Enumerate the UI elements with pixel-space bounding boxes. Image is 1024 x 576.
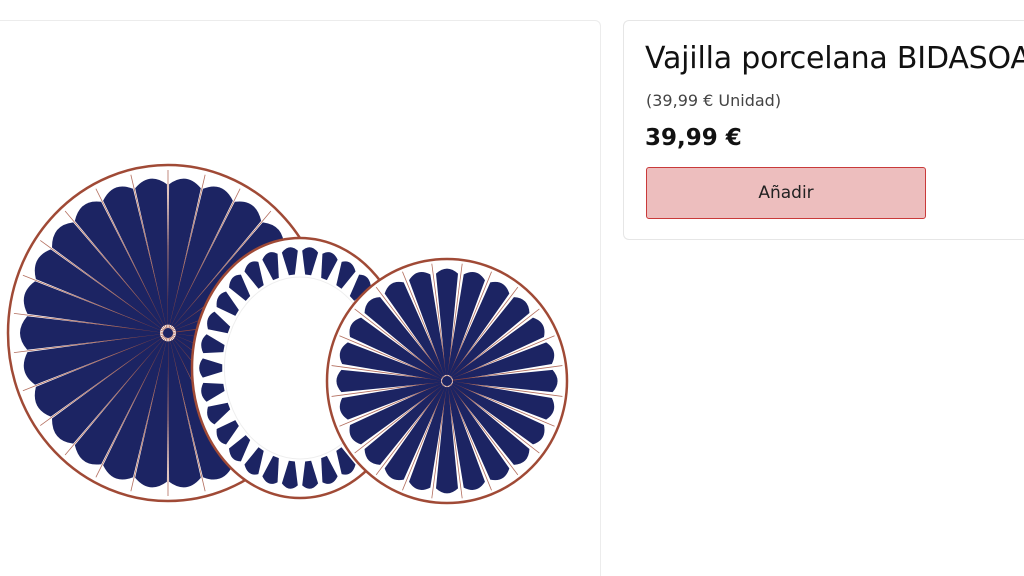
product-page: Vajilla porcelana BIDASOA (39,99 € Unida… <box>0 0 1024 576</box>
product-info-card: Vajilla porcelana BIDASOA (39,99 € Unida… <box>623 20 1024 240</box>
dessert-plate <box>325 257 569 505</box>
product-price: 39,99 € <box>645 125 742 151</box>
add-to-cart-button[interactable]: Añadir <box>646 167 926 219</box>
product-title: Vajilla porcelana BIDASOA <box>645 41 1024 76</box>
product-image-panel <box>0 20 601 576</box>
product-image[interactable] <box>0 21 600 576</box>
unit-price: (39,99 € Unidad) <box>646 91 782 110</box>
